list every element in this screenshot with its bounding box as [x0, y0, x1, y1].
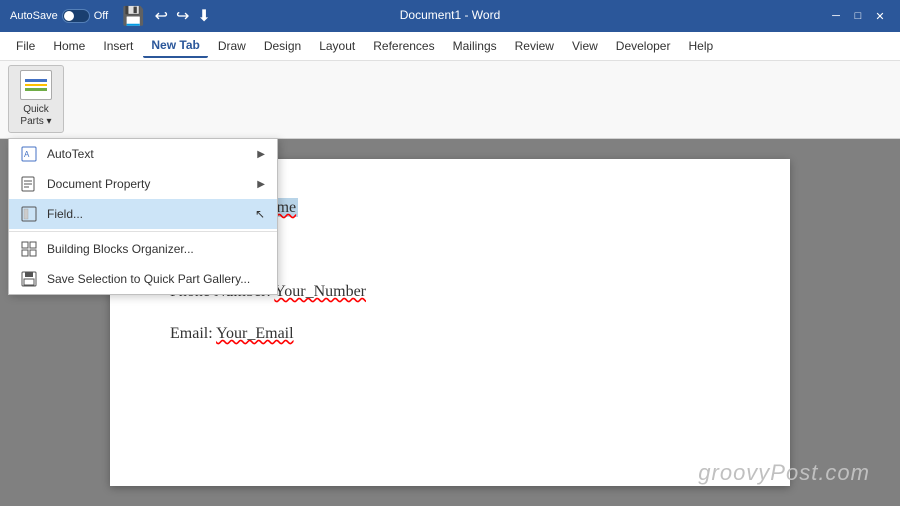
window-title: Document1 - Word — [400, 8, 500, 22]
ribbon: File Home Insert New Tab Draw Design Lay… — [0, 32, 900, 139]
document-property-submenu-arrow: ▶ — [257, 179, 265, 190]
menu-review[interactable]: Review — [507, 35, 562, 57]
menu-file[interactable]: File — [8, 35, 43, 57]
menu-draw[interactable]: Draw — [210, 35, 254, 57]
menu-references[interactable]: References — [365, 35, 442, 57]
quick-parts-icon — [20, 70, 52, 100]
autotext-icon: A — [21, 146, 37, 162]
watermark: groovyPost.com — [698, 460, 870, 486]
qp-line-3 — [25, 88, 47, 91]
menu-home[interactable]: Home — [45, 35, 93, 57]
quick-parts-dropdown-arrow: ▾ — [47, 116, 52, 127]
menu-developer[interactable]: Developer — [608, 35, 679, 57]
autosave-toggle[interactable]: AutoSave Off — [10, 9, 108, 23]
cursor-indicator: ↖ — [255, 207, 265, 221]
dropdown-save-selection[interactable]: Save Selection to Quick Part Gallery... — [9, 264, 277, 294]
ribbon-toolbar: QuickParts ▾ — [0, 60, 900, 138]
autosave-state: Off — [94, 10, 108, 22]
undo-button[interactable]: ↩ — [155, 6, 168, 26]
menu-layout[interactable]: Layout — [311, 35, 363, 57]
autosave-label: AutoSave — [10, 10, 58, 22]
phone-field[interactable]: Your_Number — [274, 283, 366, 300]
autotext-submenu-arrow: ▶ — [257, 149, 265, 160]
menu-newtab[interactable]: New Tab — [143, 34, 207, 58]
toggle-knob — [64, 11, 74, 21]
qp-line-2 — [25, 84, 47, 86]
title-bar-left: AutoSave Off 💾 ↩ ↪ ⬇ — [10, 6, 211, 27]
doc-line-email: Email: Your_Email — [170, 325, 730, 343]
quick-parts-label: QuickParts ▾ — [20, 104, 51, 128]
field-icon — [21, 206, 37, 222]
email-field[interactable]: Your_Email — [216, 325, 294, 342]
autosave-switch[interactable] — [62, 9, 90, 23]
quick-parts-dropdown: A AutoText ▶ Document Property ▶ Field..… — [8, 138, 278, 295]
building-blocks-icon — [21, 241, 37, 257]
quick-parts-button[interactable]: QuickParts ▾ — [8, 65, 64, 133]
menu-design[interactable]: Design — [256, 35, 309, 57]
window-controls: ─ □ ✕ — [826, 6, 890, 26]
field-label: Field... — [47, 207, 241, 221]
minimize-button[interactable]: ─ — [826, 6, 846, 26]
close-button[interactable]: ✕ — [870, 6, 890, 26]
dropdown-field[interactable]: Field... ↖ — [9, 199, 277, 229]
redo-button[interactable]: ↪ — [176, 6, 189, 26]
menu-bar: File Home Insert New Tab Draw Design Lay… — [0, 32, 900, 60]
autotext-label: AutoText — [47, 147, 247, 161]
customize-button[interactable]: ⬇ — [197, 6, 210, 26]
menu-view[interactable]: View — [564, 35, 606, 57]
save-selection-label: Save Selection to Quick Part Gallery... — [47, 272, 265, 286]
document-property-label: Document Property — [47, 177, 247, 191]
menu-insert[interactable]: Insert — [95, 35, 141, 57]
title-bar: AutoSave Off 💾 ↩ ↪ ⬇ Document1 - Word ─ … — [0, 0, 900, 32]
save-button[interactable]: 💾 — [122, 6, 144, 27]
save-selection-icon — [21, 271, 37, 287]
dropdown-separator — [9, 231, 277, 232]
document-property-icon — [21, 176, 37, 192]
dropdown-document-property[interactable]: Document Property ▶ — [9, 169, 277, 199]
maximize-button[interactable]: □ — [848, 6, 868, 26]
svg-text:A: A — [24, 150, 30, 159]
menu-mailings[interactable]: Mailings — [445, 35, 505, 57]
dropdown-autotext[interactable]: A AutoText ▶ — [9, 139, 277, 169]
menu-help[interactable]: Help — [680, 35, 721, 57]
qp-line-1 — [25, 79, 47, 82]
dropdown-building-blocks[interactable]: Building Blocks Organizer... — [9, 234, 277, 264]
building-blocks-label: Building Blocks Organizer... — [47, 242, 265, 256]
